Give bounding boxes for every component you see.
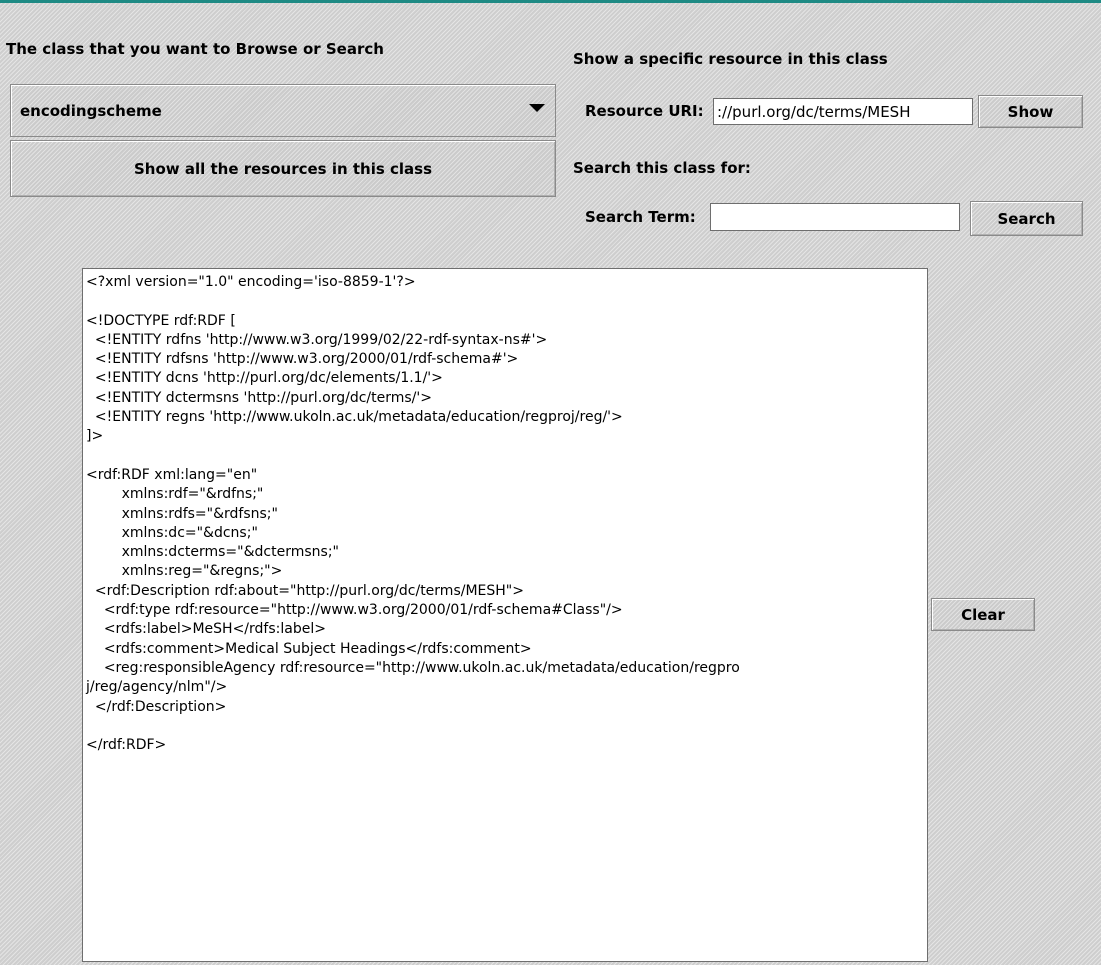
class-select-value: encodingscheme — [20, 101, 162, 120]
resource-uri-input[interactable] — [713, 98, 973, 125]
window-top-border — [0, 0, 1101, 3]
search-term-input[interactable] — [710, 203, 960, 231]
clear-button[interactable]: Clear — [931, 598, 1035, 631]
chevron-down-icon[interactable] — [529, 104, 545, 112]
search-button[interactable]: Search — [970, 201, 1083, 236]
class-label: The class that you want to Browse or Sea… — [6, 40, 384, 58]
class-select[interactable]: encodingscheme — [10, 84, 556, 137]
show-all-button[interactable]: Show all the resources in this class — [10, 140, 556, 197]
resource-uri-label: Resource URI: — [585, 102, 704, 120]
show-button[interactable]: Show — [978, 95, 1083, 128]
resource-section-label: Show a specific resource in this class — [573, 50, 888, 68]
rdf-output-textarea[interactable]: <?xml version="1.0" encoding='iso-8859-1… — [82, 268, 928, 962]
search-term-label: Search Term: — [585, 208, 696, 226]
search-section-label: Search this class for: — [573, 159, 751, 177]
